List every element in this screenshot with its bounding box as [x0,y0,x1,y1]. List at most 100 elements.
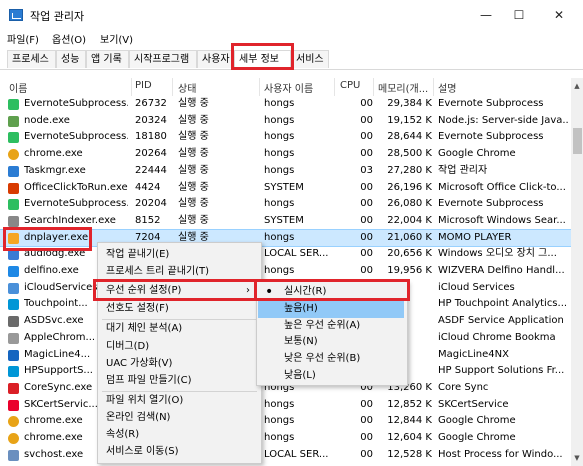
search-icon [8,215,19,227]
cell-mem: 19,956 K [387,265,432,276]
cell-mem: 29,384 K [387,98,432,109]
column-divider[interactable] [172,78,173,96]
cell-user: hongs [264,398,295,410]
tab-startup[interactable]: 시작프로그램 [129,50,197,68]
column-description[interactable]: 설명 [438,80,456,95]
set-affinity-item[interactable]: 선호도 설정(F) [106,301,169,318]
cell-status: 실행 중 [178,181,209,193]
open-file-location-item[interactable]: 파일 위치 열기(O) [106,393,183,410]
table-row[interactable]: chrome.exe hongs 00 12,604 K Google Chrome [0,430,571,447]
go-to-services-item[interactable]: 서비스로 이동(S) [106,444,179,461]
cell-user: hongs [264,198,295,210]
column-divider[interactable] [131,78,132,96]
column-divider[interactable] [373,78,374,96]
tab-performance[interactable]: 성능 [56,50,86,68]
tab-processes[interactable]: 프로세스 [7,50,56,68]
scroll-down-arrow-icon[interactable]: ▼ [571,452,583,464]
priority-above-normal-item[interactable]: 높은 우선 순위(A) [284,318,360,335]
scrollbar-thumb[interactable] [573,128,582,154]
cell-mem: 27,280 K [387,164,432,176]
scroll-up-arrow-icon[interactable]: ▲ [571,80,583,92]
column-memory[interactable]: 메모리(개... [378,80,428,95]
table-row[interactable]: OfficeClickToRun.exe 4424 실행 중 SYSTEM 00 26,1… [0,180,571,197]
cell-user: hongs [264,114,295,126]
column-divider[interactable] [433,78,434,96]
cell-user: SYSTEM [264,214,304,226]
cell-user: hongs [264,164,295,176]
tab-users[interactable]: 사용자 [197,50,234,68]
cell-mem: 28,500 K [387,148,432,160]
table-row[interactable]: delfino.exe hongs 00 19,956 K WIZVERA Delfin… [0,263,571,280]
cell-desc: Core Sync [438,381,489,393]
cell-desc: Microsoft Windows Sear... [438,214,566,226]
close-button[interactable]: ✕ [545,4,573,26]
menu-view[interactable]: 보기(V) [100,31,133,46]
table-row[interactable]: EvernoteSubprocess... 20204 실행 중 hongs 00 26,… [0,196,571,213]
minimize-button[interactable]: — [472,4,500,26]
column-user[interactable]: 사용자 이름 [264,80,313,95]
hp-icon [8,366,19,378]
cell-cpu: 00 [360,131,373,143]
column-status[interactable]: 상태 [178,80,196,95]
tab-app-history[interactable]: 앱 기록 [86,50,129,68]
table-row[interactable]: Taskmgr.exe 22444 실행 중 hongs 03 27,280 K 작업 관리… [0,163,571,180]
cell-desc: Evernote Subprocess [438,131,544,143]
priority-low-item[interactable]: 낮음(L) [284,368,316,385]
skcert-icon [8,399,19,411]
uac-virtualization-item[interactable]: UAC 가상화(V) [106,356,172,373]
column-name[interactable]: 이름 [9,80,27,95]
cell-pid: 20324 [135,114,167,126]
table-row[interactable]: svchost.exe LOCAL SER... 00 12,528 K Host Pr… [0,447,571,464]
end-task-item[interactable]: 작업 끝내기(E) [106,247,169,264]
cell-desc: MagicLine4NX [438,348,509,360]
table-row[interactable]: node.exe 20324 실행 중 hongs 00 19,152 K Node.js:… [0,113,571,130]
cell-desc: WIZVERA Delfino Handl... [438,265,565,276]
priority-high-item[interactable]: 높음(H) [258,300,404,318]
table-row[interactable]: SKCertServic... hongs 00 12,852 K SKCertServ… [0,397,571,414]
cell-user: hongs [264,415,295,427]
cell-cpu: 00 [360,432,373,443]
menu-separator [102,391,257,392]
cell-user: hongs [264,231,295,243]
table-row[interactable]: chrome.exe hongs 00 12,844 K Google Chrome [0,413,571,430]
realtime-item-highlight [254,279,410,301]
cell-pid: 20204 [135,198,167,210]
cell-mem: 26,196 K [387,181,432,193]
tab-services[interactable]: 서비스 [291,50,329,68]
priority-normal-item[interactable]: 보통(N) [284,334,318,351]
cell-mem: 12,844 K [387,415,432,427]
table-row[interactable]: EvernoteSubprocess... 26732 실행 중 hongs 00 29,… [0,96,571,113]
cell-desc: Google Chrome [438,432,516,443]
menu-separator [102,319,257,320]
cell-user: LOCAL SER... [264,248,329,260]
create-dump-file-item[interactable]: 덤프 파일 만들기(C) [106,373,192,390]
cell-cpu: 00 [360,148,373,160]
cell-desc: Google Chrome [438,415,516,427]
debug-item[interactable]: 디버그(D) [106,339,149,356]
evernote-icon [8,199,19,211]
column-divider[interactable] [334,78,335,96]
column-cpu[interactable]: CPU [340,80,360,91]
cell-cpu: 00 [360,214,373,226]
properties-item[interactable]: 속성(R) [106,427,139,444]
cell-name: EvernoteSubprocess... [24,98,128,109]
priority-below-normal-item[interactable]: 낮은 우선 순위(B) [284,351,360,368]
cell-desc: HP Touchpoint Analytics... [438,298,568,310]
cell-user: LOCAL SER... [264,448,329,460]
table-row[interactable]: chrome.exe 20264 실행 중 hongs 00 28,500 K Google… [0,146,571,163]
cell-status: 실행 중 [178,148,209,160]
analyze-wait-chain-item[interactable]: 대기 체인 분석(A) [106,321,182,338]
cell-desc: iCloud Chrome Bookma [438,331,556,343]
menu-file[interactable]: 파일(F) [7,31,39,46]
maximize-button[interactable]: ☐ [505,4,533,26]
column-divider[interactable] [259,78,260,96]
table-row[interactable]: EvernoteSubprocess... 18180 실행 중 hongs 00 28,… [0,129,571,146]
search-online-item[interactable]: 온라인 검색(N) [106,410,170,427]
cell-desc: MOMO PLAYER [438,231,512,243]
details-tab-highlight [231,43,294,70]
window-title: 작업 관리자 [30,10,85,23]
cell-desc: Node.js: Server-side Java... [438,114,569,126]
menu-options[interactable]: 옵션(O) [52,31,86,46]
column-pid[interactable]: PID [135,80,152,91]
chrome-icon [8,433,19,444]
